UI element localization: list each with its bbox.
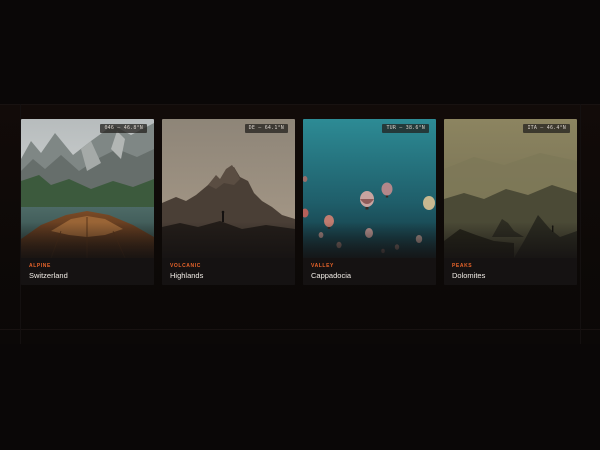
destination-card-highlands[interactable]: DE — 64.1°N VOLCANIC Highlands xyxy=(162,119,295,285)
coordinate-badge: 046 — 46.8°N xyxy=(100,124,147,133)
divider-right xyxy=(580,104,581,344)
terrain-label: VOLCANIC xyxy=(170,263,201,269)
destination-card-dolomites[interactable]: ITA — 46.4°N PEAKS Dolomites xyxy=(444,119,577,285)
destination-gallery: 046 — 46.8°N ALPINE Switzerland DE — 64.… xyxy=(21,119,577,285)
volcanic-peak-silhouette-photo xyxy=(162,119,295,258)
photo-fade xyxy=(444,222,577,258)
destination-name: Dolomites xyxy=(452,271,486,280)
destination-name: Switzerland xyxy=(29,271,68,280)
card-caption: ALPINE Switzerland xyxy=(21,258,154,285)
destination-name: Highlands xyxy=(170,271,204,280)
divider-top xyxy=(0,104,600,105)
divider-bottom xyxy=(0,329,600,330)
terrain-label: PEAKS xyxy=(452,263,473,269)
card-caption: VOLCANIC Highlands xyxy=(162,258,295,285)
coordinate-badge: TUR — 38.6°N xyxy=(382,124,429,133)
coordinate-badge: DE — 64.1°N xyxy=(244,124,288,133)
lake-boat-mountain-photo xyxy=(21,119,154,258)
photo-fade xyxy=(303,222,436,258)
destination-name: Cappadocia xyxy=(311,271,352,280)
terrain-label: VALLEY xyxy=(311,263,334,269)
page-background: 046 — 46.8°N ALPINE Switzerland DE — 64.… xyxy=(0,0,600,450)
photo-fade xyxy=(162,222,295,258)
card-caption: VALLEY Cappadocia xyxy=(303,258,436,285)
destination-card-cappadocia[interactable]: TUR — 38.6°N VALLEY Cappadocia xyxy=(303,119,436,285)
terrain-label: ALPINE xyxy=(29,263,51,269)
hot-air-balloons-photo xyxy=(303,119,436,258)
photo-fade xyxy=(21,222,154,258)
card-caption: PEAKS Dolomites xyxy=(444,258,577,285)
coordinate-badge: ITA — 46.4°N xyxy=(523,124,570,133)
destination-card-switzerland[interactable]: 046 — 46.8°N ALPINE Switzerland xyxy=(21,119,154,285)
misty-peaks-photo xyxy=(444,119,577,258)
